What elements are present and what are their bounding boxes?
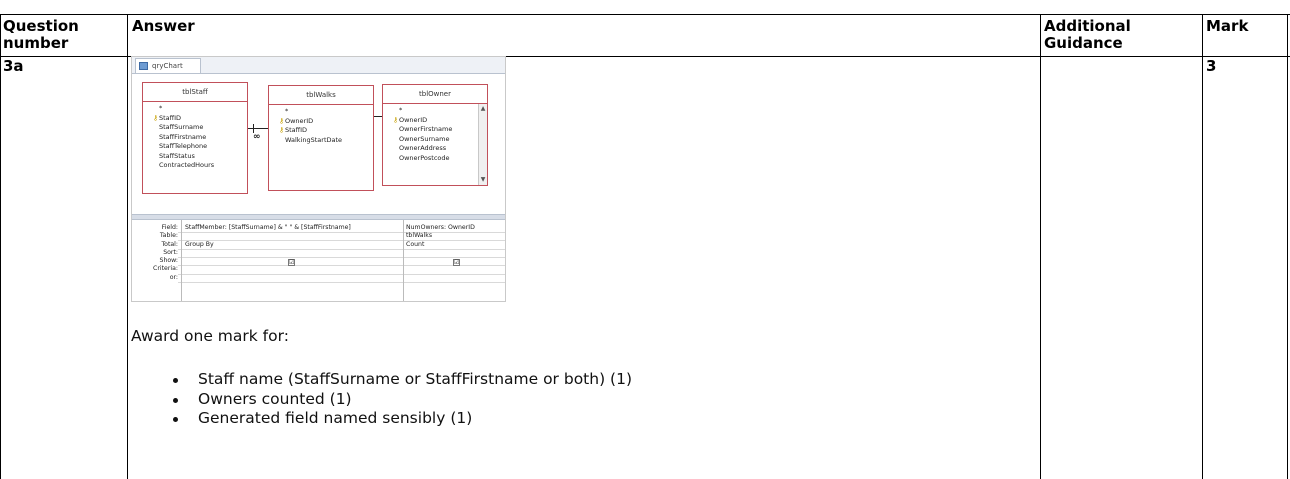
scroll-down-icon[interactable]: ▼ bbox=[479, 176, 487, 184]
field-item[interactable]: StaffStatus bbox=[153, 152, 214, 162]
column-divider bbox=[1202, 14, 1203, 479]
grid-row-label: Sort: bbox=[163, 248, 178, 256]
query-design-grid: Field: Table: Total: Sort: Show: Criteri… bbox=[132, 220, 505, 301]
marking-point: Generated field named sensibly (1) bbox=[198, 409, 473, 427]
field-item[interactable]: OwnerSurname bbox=[393, 135, 452, 145]
column-2-show-checkbox[interactable]: ☑ bbox=[453, 259, 460, 266]
field-item[interactable]: StaffSurname bbox=[153, 123, 214, 133]
table-pane: tblStaff * ⚷StaffID StaffSurname StaffFi… bbox=[132, 74, 505, 232]
list-item: Owners counted (1) bbox=[171, 390, 632, 410]
field-item[interactable]: ContractedHours bbox=[153, 161, 214, 171]
field-list: * ⚷OwnerID OwnerFirstname OwnerSurname O… bbox=[393, 106, 452, 163]
document-tab-bar: qryChart bbox=[132, 57, 505, 74]
table-name: tblOwner bbox=[383, 85, 487, 104]
column-1-field[interactable]: StaffMember: [StaffSurname] & " " & [Sta… bbox=[185, 224, 351, 232]
marking-point: Staff name (StaffSurname or StaffFirstna… bbox=[198, 370, 633, 388]
award-instruction: Award one mark for: bbox=[131, 327, 289, 345]
marking-point: Owners counted (1) bbox=[198, 389, 352, 408]
marking-points-list: Staff name (StaffSurname or StaffFirstna… bbox=[171, 370, 632, 429]
bullet-icon bbox=[173, 378, 178, 383]
query-tab-label: qryChart bbox=[152, 62, 183, 70]
grid-row-label: Criteria: bbox=[153, 265, 178, 273]
mark-cell: 3 bbox=[1206, 57, 1217, 75]
table-name: tblStaff bbox=[143, 83, 247, 102]
field-item[interactable]: ⚷OwnerID bbox=[279, 117, 342, 127]
column-divider bbox=[127, 14, 128, 479]
additional-guidance-header: Additional Guidance bbox=[1044, 17, 1131, 52]
field-item[interactable]: * bbox=[153, 104, 214, 114]
column-2-table[interactable]: tblWalks bbox=[406, 232, 432, 240]
column-divider bbox=[1040, 14, 1041, 479]
column-1-show-checkbox[interactable]: ☑ bbox=[288, 259, 295, 266]
query-icon bbox=[139, 62, 148, 70]
field-list: * ⚷OwnerID ⚷StaffID WalkingStartDate bbox=[279, 107, 342, 145]
field-list: * ⚷StaffID StaffSurname StaffFirstname S… bbox=[153, 104, 214, 171]
relationship-line bbox=[248, 128, 268, 129]
scroll-up-icon[interactable]: ▲ bbox=[479, 105, 487, 113]
field-item[interactable]: StaffTelephone bbox=[153, 142, 214, 152]
question-number-header: Question number bbox=[3, 17, 79, 52]
relationship-line bbox=[374, 116, 382, 117]
grid-row-labels: Field: Table: Total: Sort: Show: Criteri… bbox=[132, 224, 178, 282]
column-2-total[interactable]: Count bbox=[406, 241, 424, 249]
field-item[interactable]: OwnerFirstname bbox=[393, 125, 452, 135]
table-name: tblWalks bbox=[269, 86, 373, 105]
grid-row-label: Field: bbox=[161, 224, 178, 231]
grid-row-label: Total: bbox=[161, 240, 178, 248]
list-item: Staff name (StaffSurname or StaffFirstna… bbox=[171, 370, 632, 390]
field-item[interactable]: * bbox=[393, 106, 452, 116]
answer-header: Answer bbox=[132, 17, 195, 35]
grid-row-label: Table: bbox=[159, 232, 178, 240]
field-item[interactable]: ⚷StaffID bbox=[279, 126, 342, 136]
query-tab[interactable]: qryChart bbox=[135, 58, 201, 73]
table-box-staff[interactable]: tblStaff * ⚷StaffID StaffSurname StaffFi… bbox=[142, 82, 248, 194]
mark-scheme-page: Question number Answer Additional Guidan… bbox=[0, 0, 1290, 479]
bullet-icon bbox=[173, 397, 178, 403]
table-box-walks[interactable]: tblWalks * ⚷OwnerID ⚷StaffID WalkingStar… bbox=[268, 85, 374, 191]
column-divider bbox=[0, 14, 1, 479]
field-item[interactable]: * bbox=[279, 107, 342, 117]
question-number-cell: 3a bbox=[3, 57, 24, 75]
relationship-many-marker: ∞ bbox=[253, 132, 261, 142]
bullet-icon bbox=[173, 417, 178, 422]
field-item[interactable]: ⚷OwnerID bbox=[393, 116, 452, 126]
list-item: Generated field named sensibly (1) bbox=[171, 409, 632, 429]
field-item[interactable]: WalkingStartDate bbox=[279, 136, 342, 146]
column-1-total[interactable]: Group By bbox=[185, 241, 214, 249]
column-divider bbox=[1287, 14, 1288, 479]
field-item[interactable]: StaffFirstname bbox=[153, 133, 214, 143]
grid-row-label: or: bbox=[169, 273, 178, 281]
field-item[interactable]: OwnerPostcode bbox=[393, 154, 452, 164]
mark-header: Mark bbox=[1206, 17, 1249, 35]
field-item[interactable]: ⚷StaffID bbox=[153, 114, 214, 124]
query-design-screenshot: qryChart tblStaff * ⚷StaffID StaffSurnam… bbox=[131, 56, 506, 302]
grid-row-label: Show: bbox=[159, 257, 178, 265]
field-item[interactable]: OwnerAddress bbox=[393, 144, 452, 154]
table-box-owner[interactable]: tblOwner * ⚷OwnerID OwnerFirstname Owner… bbox=[382, 84, 488, 186]
field-list-scrollbar[interactable]: ▲ ▼ bbox=[478, 104, 487, 185]
table-top-border bbox=[0, 14, 1290, 15]
